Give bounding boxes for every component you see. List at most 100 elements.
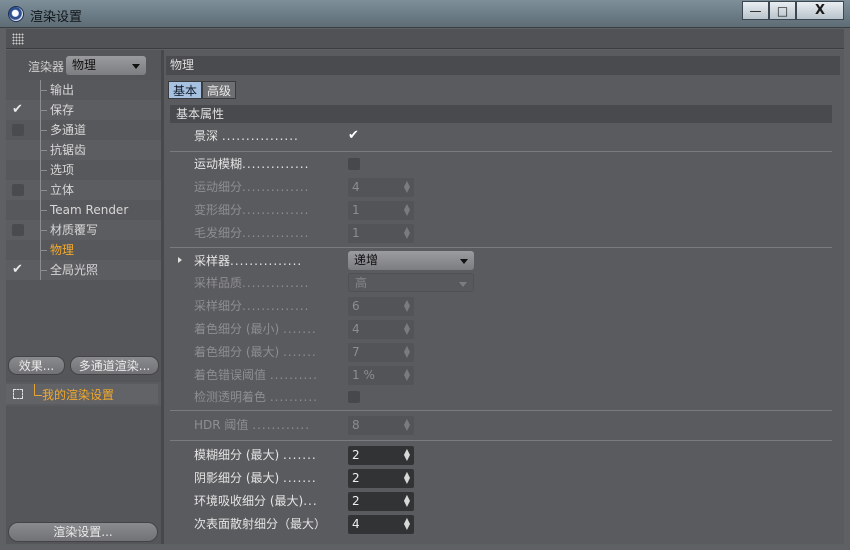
prop-label: 采样品质 [194,276,243,290]
tree-item-stereo[interactable]: 立体 [6,180,161,200]
tree-item-save[interactable]: ✔ 保存 [6,100,161,120]
chevron-down-icon [460,259,468,264]
spin-arrows-icon[interactable]: ▲ ▼ [404,180,410,194]
prop-dots: ............ [252,418,311,432]
tree-item-physical[interactable]: 物理 [6,240,161,260]
prop-label: 着色细分 (最大) [194,345,280,359]
number-stepper[interactable]: 2 ▲ ▼ [348,492,414,511]
prop-dots: ....... [283,345,317,359]
chevron-down-icon [132,64,140,69]
tree-item-multipass[interactable]: 多通道 [6,120,161,140]
multipass-render-button[interactable]: 多通道渲染... [70,356,159,375]
title-bar: 渲染设置 — □ X [0,0,850,28]
tree-branch-line [40,120,48,140]
checkbox[interactable] [12,184,24,196]
prop-dots: ....... [283,471,317,485]
stepper-value: 6 [352,299,360,313]
number-stepper[interactable]: 1 % ▲ ▼ [348,366,414,385]
spin-arrows-icon[interactable]: ▲ ▼ [404,471,410,485]
checkmark-icon[interactable]: ✔ [12,103,24,116]
tree-branch-line [40,220,48,240]
prop-sampler: 采样器............... 递增 [194,251,474,271]
sampling-quality-select[interactable]: 高 [348,273,474,292]
effects-button[interactable]: 效果... [8,356,65,375]
spin-arrows-icon[interactable]: ▲ ▼ [404,448,410,462]
prop-dots: .............. [242,180,310,194]
tab-advanced[interactable]: 高级 [202,81,237,99]
spin-arrows-icon[interactable]: ▲ ▼ [404,345,410,359]
stepper-value: 2 [352,494,360,508]
stepper-value: 8 [352,418,360,432]
spin-arrows-icon[interactable]: ▲ ▼ [404,368,410,382]
tree-item-label: 材质覆写 [50,223,99,237]
checkbox[interactable] [348,158,360,170]
checkbox[interactable] [12,124,24,136]
maximize-button[interactable]: □ [769,1,796,20]
expand-arrow-icon[interactable] [178,257,182,263]
app-logo-icon [8,6,24,22]
tree-item-team-render[interactable]: Team Render [6,200,161,220]
prop-label: 采样器 [194,254,231,268]
number-stepper[interactable]: 7 ▲ ▼ [348,343,414,362]
tree-item-antialiasing[interactable]: 抗锯齿 [6,140,161,160]
tree-item-global-illumination[interactable]: ✔ 全局光照 [6,260,161,280]
prop-dots: .............. [242,276,310,290]
prop-sampling-quality: 采样品质.............. 高 [194,273,474,293]
panel-header: 物理 [166,56,840,75]
renderer-row: 渲染器 物理 [6,54,161,76]
spin-arrows-icon[interactable]: ▲ ▼ [404,322,410,336]
checkmark-icon[interactable]: ✔ [348,129,360,142]
prop-label: 运动细分 [194,180,243,194]
spin-arrows-icon[interactable]: ▲ ▼ [404,418,410,432]
checkbox[interactable] [348,391,360,403]
number-stepper[interactable]: 6 ▲ ▼ [348,297,414,316]
spin-arrows-icon[interactable]: ▲ ▼ [404,203,410,217]
prop-label: 景深 [194,129,219,143]
left-panel: 渲染器 物理 输出 ✔ 保存 多通道 抗锯齿 选项 立体 Team Render… [6,50,161,544]
tree-branch-line [40,160,48,180]
prop-blur-subdivisions-max: 模糊细分 (最大) ....... 2 ▲ ▼ [194,445,414,465]
tree-item-options[interactable]: 选项 [6,160,161,180]
renderer-select[interactable]: 物理 [66,56,146,75]
spin-arrows-icon[interactable]: ▲ ▼ [404,517,410,531]
number-stepper[interactable]: 1 ▲ ▼ [348,224,414,243]
toolbar [6,29,844,49]
number-stepper[interactable]: 4 ▲ ▼ [348,178,414,197]
tree-item-material-override[interactable]: 材质覆写 [6,220,161,240]
close-button[interactable]: X [796,1,844,20]
tree-item-label: 保存 [50,103,75,117]
render-settings-button[interactable]: 渲染设置... [8,522,158,542]
tree-item-output[interactable]: 输出 [6,80,161,100]
grip-icon[interactable] [12,33,24,45]
spin-arrows-icon[interactable]: ▲ ▼ [404,226,410,240]
tree-branch-line [34,384,42,396]
prop-depth-of-field: 景深 ................ ✔ [194,126,359,146]
prop-shading-error-threshold: 着色错误阈值 .......... 1 % ▲ ▼ [194,365,414,385]
tab-basic[interactable]: 基本 [168,81,203,99]
prop-dots: ....... [283,322,317,336]
prop-label: HDR 阈值 [194,418,249,432]
prop-shadow-subdivisions-max: 阴影细分 (最大) ....... 2 ▲ ▼ [194,468,414,488]
number-stepper[interactable]: 2 ▲ ▼ [348,469,414,488]
number-stepper[interactable]: 4 ▲ ▼ [348,320,414,339]
window-controls: — □ X [742,1,844,20]
prop-dots: .......... [269,368,318,382]
spin-arrows-icon[interactable]: ▲ ▼ [404,299,410,313]
prop-label: 运动模糊 [194,157,243,171]
spin-arrows-icon[interactable]: ▲ ▼ [404,494,410,508]
prop-motion-subdivisions: 运动细分.............. 4 ▲ ▼ [194,177,414,197]
number-stepper[interactable]: 1 ▲ ▼ [348,201,414,220]
sampler-select[interactable]: 递增 [348,251,474,270]
minimize-button[interactable]: — [742,1,769,20]
checkmark-icon[interactable]: ✔ [12,263,24,276]
number-stepper[interactable]: 8 ▲ ▼ [348,416,414,435]
preset-item[interactable]: 我的渲染设置 [6,384,158,404]
number-stepper[interactable]: 2 ▲ ▼ [348,446,414,465]
checkbox[interactable] [12,224,24,236]
separator [170,440,832,441]
prop-dots: ....... [283,448,317,462]
stepper-value: 1 [352,226,360,240]
tree-branch-line [40,140,48,160]
number-stepper[interactable]: 4 ▲ ▼ [348,515,414,534]
tree-item-label: 全局光照 [50,263,99,277]
